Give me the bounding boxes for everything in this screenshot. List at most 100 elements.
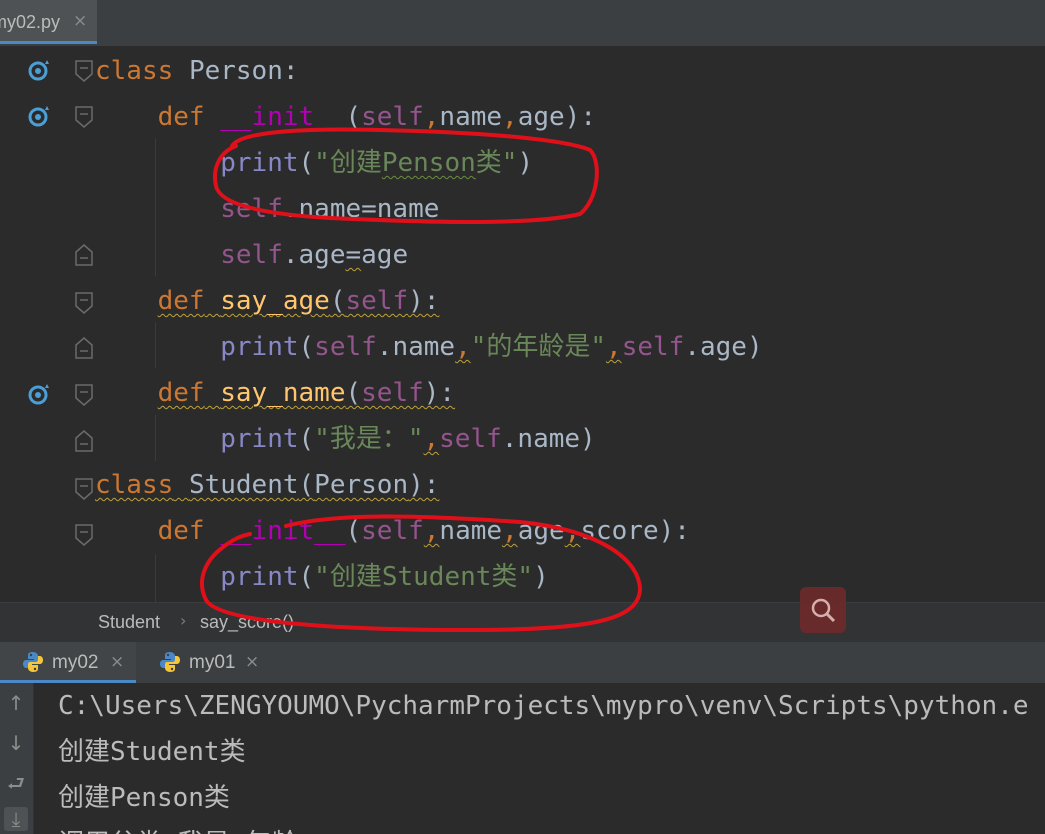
string: "我是：" [314, 424, 424, 454]
function-name: say_name [220, 378, 346, 408]
console-line: 创建Penson类 [58, 783, 230, 813]
punct: , [502, 102, 518, 132]
self-param: self [361, 516, 424, 546]
keyword: def [157, 102, 205, 132]
param: age [517, 102, 565, 132]
punct: ) [533, 562, 549, 592]
punct: ( [298, 424, 315, 454]
punct: , [564, 516, 581, 546]
punct: , [423, 102, 440, 132]
override-marker-icon[interactable] [28, 384, 50, 406]
code-line-7[interactable]: print(self.name,"的年龄是",self.age) [95, 324, 763, 370]
close-icon[interactable]: × [245, 652, 259, 672]
code-line-11[interactable]: def __init__(self,name,age,score): [95, 508, 690, 554]
punct: ( [298, 148, 315, 178]
string: " [501, 148, 518, 178]
keyword: class [95, 470, 174, 500]
soft-wrap-icon[interactable]: ⮐ [4, 771, 28, 795]
param: score [580, 516, 659, 546]
code-line-3[interactable]: print("创建Penson类") [95, 140, 533, 186]
self-param: self [361, 378, 424, 408]
run-side-toolbar: ↑ ↓ ⮐ ⤓ [0, 683, 34, 834]
fold-end-icon[interactable] [74, 337, 94, 359]
self-ref: self [439, 424, 502, 454]
punct: ) [517, 148, 534, 178]
close-icon[interactable]: × [110, 652, 124, 672]
breadcrumb-item-student[interactable]: Student [98, 612, 160, 633]
keyword: def [157, 378, 205, 408]
fold-end-icon[interactable] [74, 430, 94, 452]
arrow-down-icon[interactable]: ↓ [4, 731, 28, 755]
punct: ( [298, 562, 315, 592]
close-icon[interactable]: × [73, 11, 87, 31]
punct: , [423, 516, 440, 546]
punct: ) [746, 332, 763, 362]
override-marker-icon[interactable] [28, 106, 50, 128]
class-name: Person [188, 56, 283, 86]
code-editor[interactable]: class Person: def __init__(self,name,age… [0, 46, 1045, 602]
fold-start-icon[interactable] [74, 106, 94, 128]
self-ref: self [220, 240, 283, 270]
editor-tab-my02[interactable]: my02.py × [0, 0, 97, 44]
arrow-up-icon[interactable]: ↑ [4, 691, 28, 715]
search-icon [811, 598, 836, 623]
param: name [439, 102, 503, 132]
keyword: def [157, 286, 205, 316]
string: "的年龄是" [470, 332, 607, 362]
python-icon [23, 652, 43, 672]
self-ref: self [220, 194, 283, 224]
attr: .name [376, 332, 456, 362]
code-line-2[interactable]: def __init__(self,name,age): [95, 94, 596, 140]
fold-start-icon[interactable] [74, 478, 94, 500]
code-line-6[interactable]: def say_age(self): [95, 278, 440, 324]
punct: , [502, 516, 518, 546]
punct: ): [564, 102, 596, 132]
run-tab-my02[interactable]: my02 × [0, 642, 136, 683]
self-param: self [345, 286, 409, 316]
fold-start-icon[interactable] [74, 524, 94, 546]
punct: ( [345, 516, 362, 546]
attr: .name [501, 424, 581, 454]
chevron-right-icon: › [180, 611, 187, 630]
scroll-to-end-icon[interactable]: ⤓ [4, 807, 28, 831]
string: "创建Student类" [314, 562, 534, 592]
fold-start-icon[interactable] [74, 60, 94, 82]
code-line-5[interactable]: self.age=age [95, 232, 408, 278]
attr: .age [684, 332, 747, 362]
code-line-4[interactable]: self.name=name [95, 186, 439, 232]
fold-start-icon[interactable] [74, 384, 94, 406]
code-line-1[interactable]: class Person: [95, 48, 299, 94]
punct: ( [298, 470, 315, 500]
breadcrumb: Student › say_score() [0, 602, 1045, 643]
base-class: Person [314, 470, 409, 500]
search-button[interactable] [800, 587, 846, 633]
keyword: def [157, 516, 205, 546]
punct: ): [408, 286, 440, 316]
string: 创建 [329, 148, 382, 178]
console-line: C:\Users\ZENGYOUMO\PycharmProjects\mypro… [58, 691, 1029, 721]
punct: , [606, 332, 622, 362]
override-marker-icon[interactable] [28, 60, 50, 82]
self-ref: self [314, 332, 377, 362]
console-line: 创建Student类 [58, 737, 246, 767]
punct: ) [580, 424, 596, 454]
breadcrumb-item-say-score[interactable]: say_score() [200, 612, 294, 633]
punct: ( [345, 102, 362, 132]
code-line-10[interactable]: class Student(Person): [95, 462, 439, 508]
punct: ): [658, 516, 690, 546]
fold-start-icon[interactable] [74, 292, 94, 314]
string: " [314, 148, 330, 178]
self-ref: self [621, 332, 685, 362]
run-console[interactable]: C:\Users\ZENGYOUMO\PycharmProjects\mypro… [34, 683, 1045, 834]
fold-end-icon[interactable] [74, 244, 94, 266]
builtin: print [220, 424, 299, 454]
run-tab-my01[interactable]: my01 × [137, 642, 273, 683]
code-line-9[interactable]: print("我是：",self.name) [95, 416, 596, 462]
punct: ): [408, 470, 440, 500]
code-line-8[interactable]: def say_name(self): [95, 370, 455, 416]
code-line-12[interactable]: print("创建Student类") [95, 554, 549, 600]
punct: : [282, 56, 299, 86]
statement: .name=name [282, 194, 440, 224]
punct: , [455, 332, 471, 362]
run-tool-window-tabs: my02 × my01 × [0, 642, 1045, 684]
